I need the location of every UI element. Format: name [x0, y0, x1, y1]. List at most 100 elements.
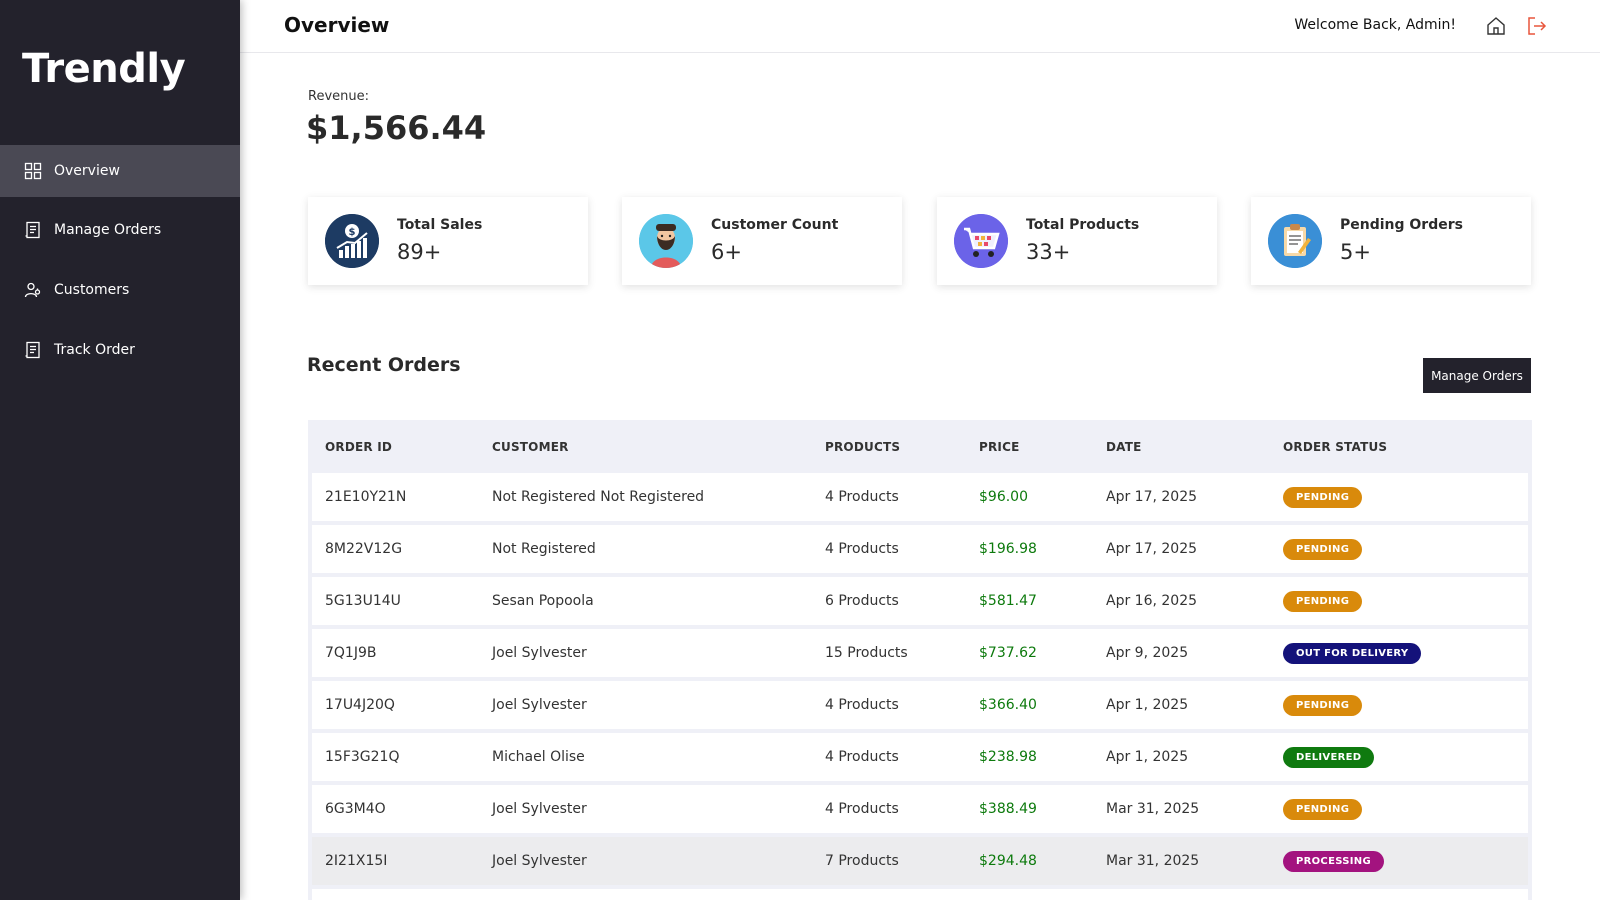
table-row[interactable]: 6G3M4O Joel Sylvester 4 Products $388.49… — [312, 785, 1528, 833]
revenue-label: Revenue: — [308, 89, 369, 104]
order-price: $238.98 — [979, 749, 1037, 765]
header: Overview Welcome Back, Admin! — [240, 0, 1600, 53]
table-row[interactable]: 17U4J20Q Joel Sylvester 4 Products $366.… — [312, 681, 1528, 729]
page-title: Overview — [284, 13, 390, 37]
clipboard-icon — [1268, 214, 1322, 268]
order-date: Apr 1, 2025 — [1106, 697, 1189, 713]
grid-icon — [24, 162, 42, 180]
order-date: Apr 17, 2025 — [1106, 541, 1198, 557]
sidebar-item-customers[interactable]: Customers — [0, 264, 240, 316]
logout-icon[interactable] — [1526, 15, 1548, 37]
table-row[interactable] — [312, 889, 1528, 900]
order-customer: Joel Sylvester — [492, 645, 587, 661]
status-badge: PENDING — [1283, 486, 1363, 508]
table-row[interactable]: 5G13U14U Sesan Popoola 6 Products $581.4… — [312, 577, 1528, 625]
order-products: 4 Products — [825, 541, 899, 557]
brand-logo: Trendly — [22, 46, 186, 92]
table-row[interactable]: 15F3G21Q Michael Olise 4 Products $238.9… — [312, 733, 1528, 781]
column-header: DATE — [1106, 439, 1142, 454]
status-badge: PENDING — [1283, 798, 1363, 820]
order-price: $196.98 — [979, 541, 1037, 557]
orders-table: ORDER ID CUSTOMER PRODUCTS PRICE DATE OR… — [308, 420, 1532, 900]
order-price: $737.62 — [979, 645, 1037, 661]
stat-card-total-products: Total Products 33+ — [937, 197, 1217, 285]
order-date: Mar 31, 2025 — [1106, 853, 1200, 869]
order-price: $366.40 — [979, 697, 1037, 713]
stat-title: Total Products — [1026, 217, 1140, 233]
stat-title: Total Sales — [397, 217, 483, 233]
order-customer: Joel Sylvester — [492, 853, 587, 869]
order-customer: Joel Sylvester — [492, 801, 587, 817]
stat-value: 89+ — [397, 240, 442, 264]
order-price: $294.48 — [979, 853, 1037, 869]
table-row[interactable]: 8M22V12G Not Registered 4 Products $196.… — [312, 525, 1528, 573]
order-date: Apr 17, 2025 — [1106, 489, 1198, 505]
sidebar-item-label: Track Order — [54, 342, 135, 358]
order-products: 4 Products — [825, 489, 899, 505]
order-id: 6G3M4O — [325, 801, 386, 817]
sidebar-item-overview[interactable]: Overview — [0, 145, 240, 197]
home-icon[interactable] — [1485, 15, 1507, 37]
order-id: 7Q1J9B — [325, 645, 377, 661]
receipt-icon — [24, 341, 42, 359]
order-products: 6 Products — [825, 593, 899, 609]
table-header: ORDER ID CUSTOMER PRODUCTS PRICE DATE OR… — [312, 420, 1528, 473]
stat-card-customer-count: Customer Count 6+ — [622, 197, 902, 285]
order-date: Apr 16, 2025 — [1106, 593, 1198, 609]
main-content: Revenue: $1,566.44 $ Total Sales 89+ Cus… — [240, 54, 1600, 900]
order-products: 4 Products — [825, 697, 899, 713]
order-id: 15F3G21Q — [325, 749, 400, 765]
sidebar-item-label: Customers — [54, 282, 130, 298]
svg-text:$: $ — [349, 227, 356, 238]
order-products: 4 Products — [825, 749, 899, 765]
order-id: 21E10Y21N — [325, 489, 407, 505]
sidebar-item-manage-orders[interactable]: Manage Orders — [0, 204, 240, 256]
order-date: Apr 9, 2025 — [1106, 645, 1189, 661]
sidebar-item-label: Overview — [54, 163, 120, 179]
order-price: $388.49 — [979, 801, 1037, 817]
welcome-text: Welcome Back, Admin! — [1294, 17, 1456, 33]
revenue-value: $1,566.44 — [306, 109, 487, 147]
order-customer: Not Registered — [492, 541, 596, 557]
status-badge: OUT FOR DELIVERY — [1283, 642, 1422, 664]
order-id: 17U4J20Q — [325, 697, 395, 713]
order-date: Mar 31, 2025 — [1106, 801, 1200, 817]
shopping-cart-icon — [954, 214, 1008, 268]
sidebar-item-track-order[interactable]: Track Order — [0, 324, 240, 376]
stat-value: 33+ — [1026, 240, 1071, 264]
order-products: 7 Products — [825, 853, 899, 869]
column-header: ORDER STATUS — [1283, 439, 1388, 454]
order-products: 4 Products — [825, 801, 899, 817]
status-badge: PROCESSING — [1283, 850, 1384, 872]
users-icon — [24, 281, 42, 299]
order-customer: Sesan Popoola — [492, 593, 594, 609]
status-badge: PENDING — [1283, 590, 1363, 612]
status-badge: PENDING — [1283, 538, 1363, 560]
column-header: ORDER ID — [325, 439, 393, 454]
stat-title: Pending Orders — [1340, 217, 1463, 233]
column-header: PRODUCTS — [825, 439, 901, 454]
order-id: 2I21X15I — [325, 853, 388, 869]
order-customer: Not Registered Not Registered — [492, 489, 705, 505]
order-id: 5G13U14U — [325, 593, 401, 609]
table-row[interactable]: 2I21X15I Joel Sylvester 7 Products $294.… — [312, 837, 1528, 885]
sidebar: Trendly Overview Manage Orders Customers… — [0, 0, 240, 900]
manage-orders-button[interactable]: Manage Orders — [1423, 358, 1531, 393]
table-row[interactable]: 7Q1J9B Joel Sylvester 15 Products $737.6… — [312, 629, 1528, 677]
table-row[interactable]: 21E10Y21N Not Registered Not Registered … — [312, 473, 1528, 521]
order-customer: Joel Sylvester — [492, 697, 587, 713]
order-price: $96.00 — [979, 489, 1028, 505]
section-title-recent-orders: Recent Orders — [307, 354, 461, 376]
order-id: 8M22V12G — [325, 541, 403, 557]
stat-value: 6+ — [711, 240, 742, 264]
column-header: CUSTOMER — [492, 439, 569, 454]
order-customer: Michael Olise — [492, 749, 585, 765]
stat-value: 5+ — [1340, 240, 1371, 264]
stat-card-pending-orders: Pending Orders 5+ — [1251, 197, 1531, 285]
status-badge: PENDING — [1283, 694, 1363, 716]
order-price: $581.47 — [979, 593, 1037, 609]
sidebar-item-label: Manage Orders — [54, 222, 162, 238]
order-products: 15 Products — [825, 645, 908, 661]
stat-card-total-sales: $ Total Sales 89+ — [308, 197, 588, 285]
sales-chart-icon: $ — [325, 214, 379, 268]
